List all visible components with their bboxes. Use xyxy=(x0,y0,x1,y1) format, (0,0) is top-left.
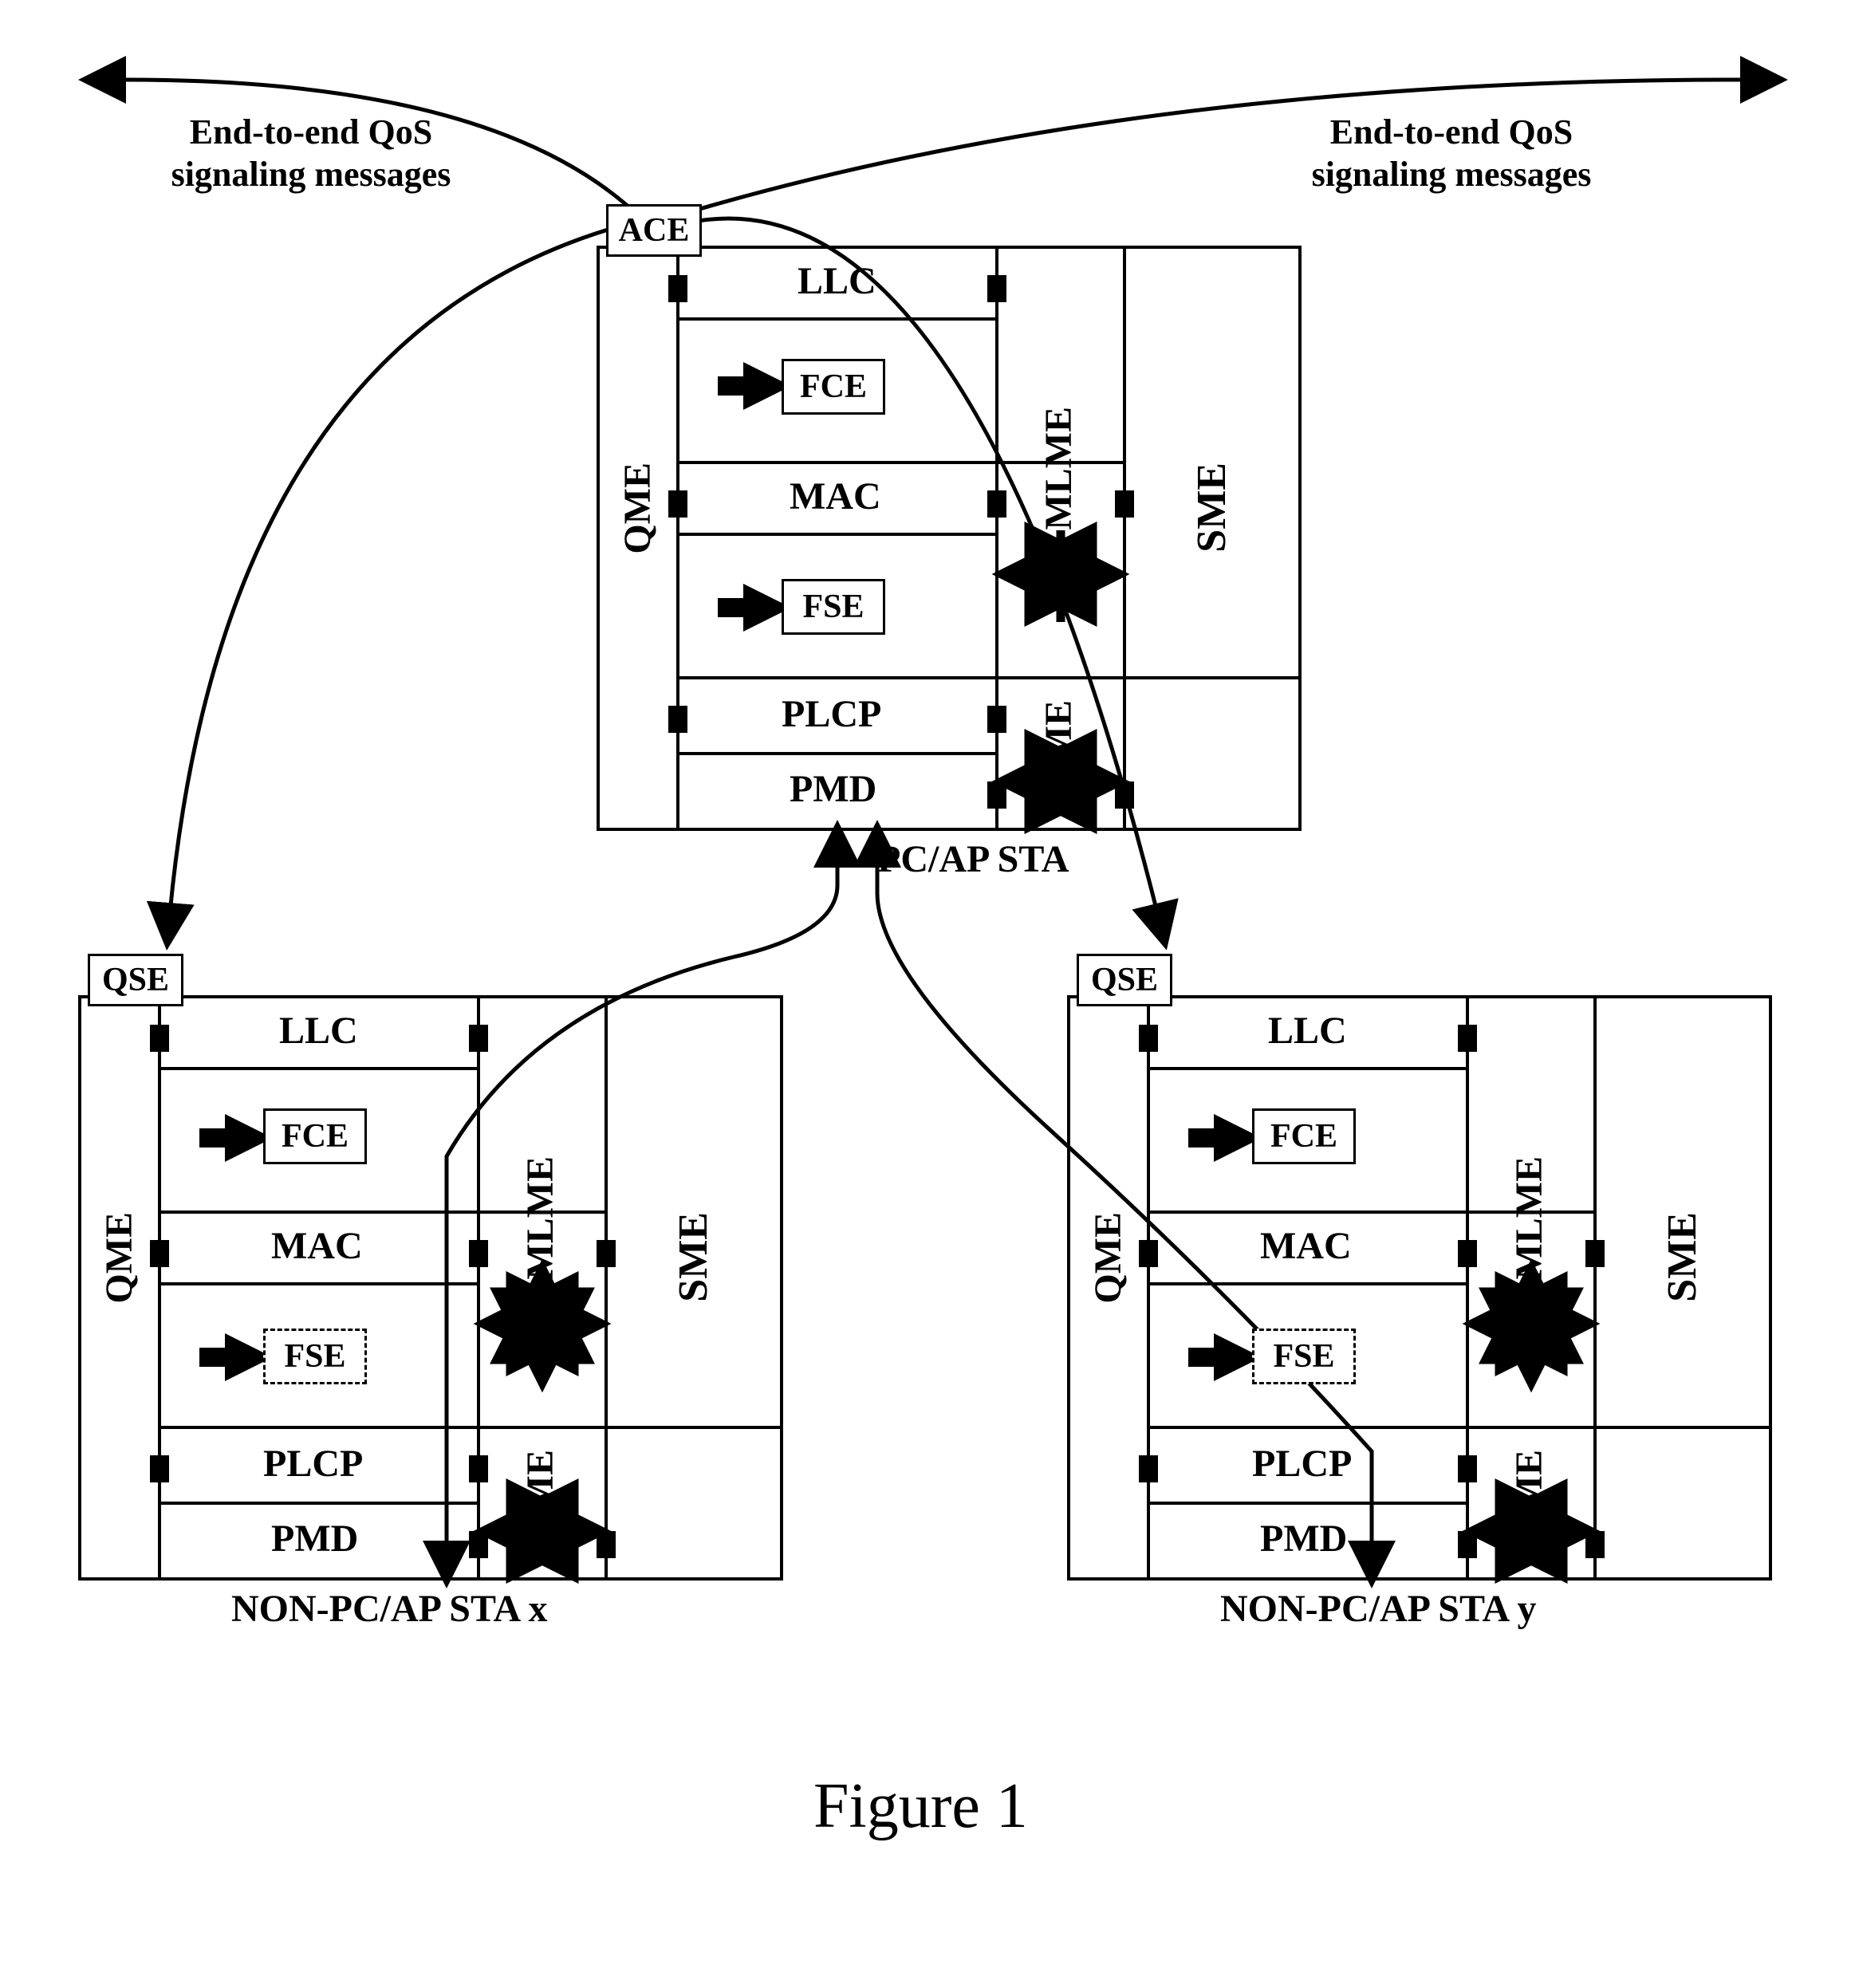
fse-box-right: FSE xyxy=(1252,1329,1356,1384)
mac-label-right: MAC xyxy=(1260,1224,1352,1268)
caption-left: NON-PC/AP STA x xyxy=(231,1587,547,1631)
qme-label-left: QME xyxy=(97,1212,141,1304)
fce-box-left: FCE xyxy=(263,1108,367,1164)
fse-box-left: FSE xyxy=(263,1329,367,1384)
fse-box-top: FSE xyxy=(782,579,885,635)
qse-box-right: QSE xyxy=(1077,954,1172,1006)
mac-label-left: MAC xyxy=(271,1224,363,1268)
figure-caption: Figure 1 xyxy=(813,1770,1028,1843)
mlme-label-top: MLME xyxy=(1037,407,1081,530)
llc-label-left: LLC xyxy=(279,1009,358,1053)
qme-label-top: QME xyxy=(616,463,660,554)
plcp-label-right: PLCP xyxy=(1252,1442,1352,1486)
plme-label-right: PLME xyxy=(1507,1450,1551,1561)
pmd-label-top: PMD xyxy=(790,767,876,811)
diagram-svg xyxy=(16,16,1855,1972)
qse-box-left: QSE xyxy=(88,954,183,1006)
plme-label-top: PLME xyxy=(1037,700,1081,811)
caption-right: NON-PC/AP STA y xyxy=(1220,1587,1536,1631)
qos-msg-left: End-to-end QoS signaling messages xyxy=(167,112,455,196)
plcp-label-top: PLCP xyxy=(782,692,881,736)
diagram-canvas: ACE QME LLC FCE MAC FSE PLCP PMD MLME PL… xyxy=(16,16,1855,1972)
fce-box-right: FCE xyxy=(1252,1108,1356,1164)
sme-label-top: SME xyxy=(1188,463,1235,553)
plme-label-left: PLME xyxy=(518,1450,562,1561)
qos-msg-right: End-to-end QoS signaling messages xyxy=(1308,112,1595,196)
mlme-label-right: MLME xyxy=(1507,1156,1551,1280)
pmd-label-right: PMD xyxy=(1260,1517,1347,1561)
pmd-label-left: PMD xyxy=(271,1517,358,1561)
qme-label-right: QME xyxy=(1086,1212,1130,1304)
sme-label-right: SME xyxy=(1659,1212,1706,1302)
llc-label-top: LLC xyxy=(798,259,876,303)
fce-box-top: FCE xyxy=(782,359,885,415)
caption-top: PC/AP STA xyxy=(877,837,1069,881)
sme-label-left: SME xyxy=(670,1212,717,1302)
mac-label-top: MAC xyxy=(790,474,881,518)
plcp-label-left: PLCP xyxy=(263,1442,363,1486)
llc-label-right: LLC xyxy=(1268,1009,1347,1053)
ace-box: ACE xyxy=(606,204,702,257)
mlme-label-left: MLME xyxy=(518,1156,562,1280)
